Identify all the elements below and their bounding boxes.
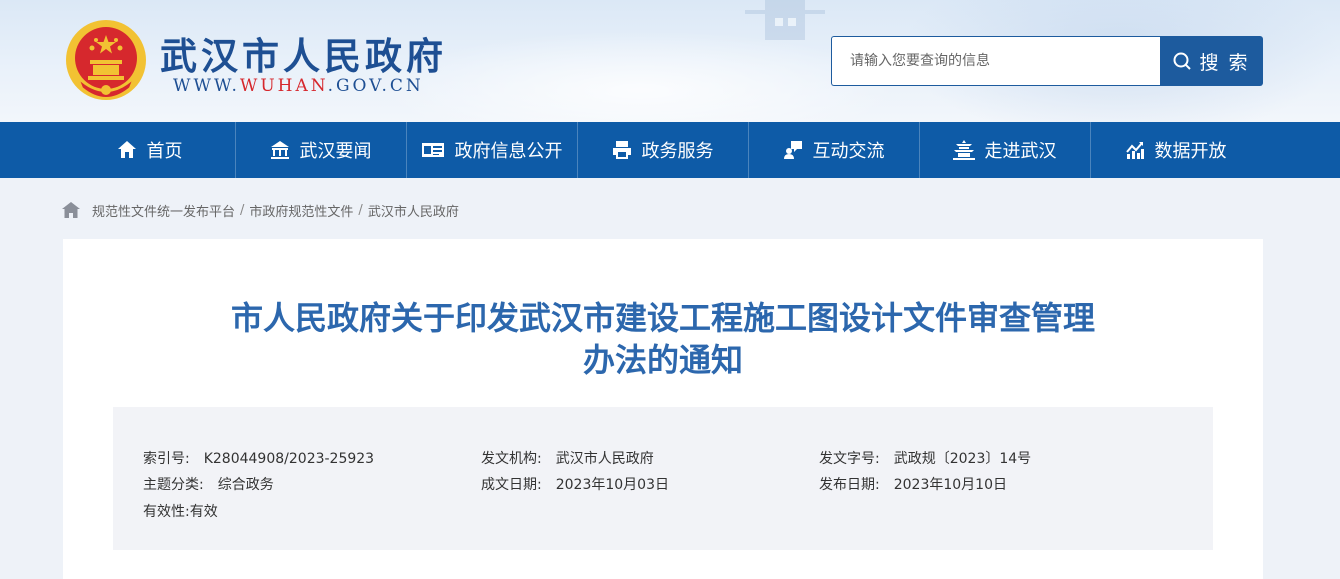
nav-item-info-disclosure[interactable]: 政府信息公开 bbox=[406, 122, 577, 178]
search-button[interactable]: 搜 索 bbox=[1160, 36, 1263, 86]
site-title: 武汉市人民政府 bbox=[160, 35, 447, 78]
meta-value: 有效 bbox=[189, 504, 218, 520]
breadcrumb-separator: / bbox=[358, 202, 363, 218]
meta-created: 成文日期: 2023年10月03日 bbox=[481, 474, 669, 494]
meta-published: 发布日期: 2023年10月10日 bbox=[819, 474, 1007, 494]
meta-label: 发文字号: bbox=[819, 451, 880, 467]
nav-item-label: 首页 bbox=[146, 141, 183, 162]
nav-item-home[interactable]: 首页 bbox=[64, 122, 235, 178]
chart-icon bbox=[1125, 142, 1144, 159]
breadcrumb-link[interactable]: 武汉市人民政府 bbox=[368, 201, 459, 220]
breadcrumb-link[interactable]: 市政府规范性文件 bbox=[249, 201, 353, 220]
main-nav: 首页 武汉要闻 政府信息公开 政务服务 互动交流 走进武汉 数据开放 bbox=[0, 122, 1340, 178]
tower-decoration bbox=[745, 0, 825, 40]
breadcrumb-separator: / bbox=[240, 202, 245, 218]
meta-label: 主题分类: bbox=[143, 477, 204, 493]
site-url-suffix: .GOV.CN bbox=[327, 76, 424, 96]
search-button-label: 搜 索 bbox=[1199, 51, 1250, 74]
national-emblem-icon bbox=[66, 20, 146, 100]
home-icon bbox=[117, 141, 136, 158]
chat-user-icon bbox=[783, 141, 802, 159]
meta-value: K28044908/2023-25923 bbox=[203, 451, 375, 467]
meta-label: 发文机构: bbox=[481, 451, 542, 467]
meta-label: 成文日期: bbox=[481, 477, 542, 493]
meta-value: 2023年10月10日 bbox=[893, 477, 1007, 493]
meta-index: 索引号: K28044908/2023-25923 bbox=[143, 448, 374, 468]
nav-item-label: 互动交流 bbox=[812, 141, 885, 162]
home-icon[interactable] bbox=[62, 202, 80, 218]
document-title-line: 办法的通知 bbox=[582, 341, 743, 379]
meta-label: 索引号: bbox=[143, 451, 190, 467]
nav-item-label: 走进武汉 bbox=[984, 141, 1057, 162]
meta-label: 发布日期: bbox=[819, 477, 880, 493]
breadcrumb: 规范性文件统一发布平台 / 市政府规范性文件 / 武汉市人民政府 bbox=[62, 200, 459, 220]
nav-item-label: 武汉要闻 bbox=[299, 141, 372, 162]
nav-item-news[interactable]: 武汉要闻 bbox=[235, 122, 406, 178]
meta-value: 武汉市人民政府 bbox=[555, 451, 654, 467]
printer-icon bbox=[612, 141, 631, 159]
document-title: 市人民政府关于印发武汉市建设工程施工图设计文件审查管理 办法的通知 bbox=[63, 297, 1263, 381]
document-meta-panel: 索引号: K28044908/2023-25923 发文机构: 武汉市人民政府 发文… bbox=[113, 407, 1213, 550]
meta-label: 有效性: bbox=[143, 504, 190, 520]
nav-item-open-data[interactable]: 数据开放 bbox=[1090, 122, 1261, 178]
nav-item-label: 政务服务 bbox=[641, 141, 714, 162]
site-url-prefix: WWW. bbox=[173, 76, 240, 96]
header-decoration bbox=[380, 30, 900, 122]
meta-topic: 主题分类: 综合政务 bbox=[143, 474, 274, 494]
meta-value: 综合政务 bbox=[217, 477, 274, 493]
meta-docno: 发文字号: 武政规〔2023〕14号 bbox=[819, 448, 1031, 468]
nav-item-label: 数据开放 bbox=[1154, 141, 1227, 162]
nav-item-interaction[interactable]: 互动交流 bbox=[748, 122, 919, 178]
site-url: WWW.WUHAN.GOV.CN bbox=[173, 76, 424, 96]
pagoda-icon bbox=[952, 140, 975, 160]
nav-item-services[interactable]: 政务服务 bbox=[577, 122, 748, 178]
site-header: 武汉市人民政府 WWW.WUHAN.GOV.CN 搜 索 bbox=[0, 0, 1340, 122]
meta-value: 2023年10月03日 bbox=[555, 477, 669, 493]
document-card: 市人民政府关于印发武汉市建设工程施工图设计文件审查管理 办法的通知 索引号: K2… bbox=[63, 239, 1263, 579]
meta-org: 发文机构: 武汉市人民政府 bbox=[481, 448, 654, 468]
document-title-line: 市人民政府关于印发武汉市建设工程施工图设计文件审查管理 bbox=[230, 299, 1095, 337]
site-url-highlight: WUHAN bbox=[239, 76, 328, 96]
meta-value: 武政规〔2023〕14号 bbox=[893, 451, 1032, 467]
nav-item-label: 政府信息公开 bbox=[454, 141, 563, 162]
search-icon bbox=[1173, 52, 1192, 70]
id-card-icon bbox=[421, 143, 444, 157]
meta-validity: 有效性:有效 bbox=[143, 501, 218, 521]
nav-item-about-wuhan[interactable]: 走进武汉 bbox=[919, 122, 1090, 178]
breadcrumb-link[interactable]: 规范性文件统一发布平台 bbox=[92, 201, 235, 220]
building-icon bbox=[270, 141, 289, 159]
search-input[interactable] bbox=[831, 36, 1161, 86]
